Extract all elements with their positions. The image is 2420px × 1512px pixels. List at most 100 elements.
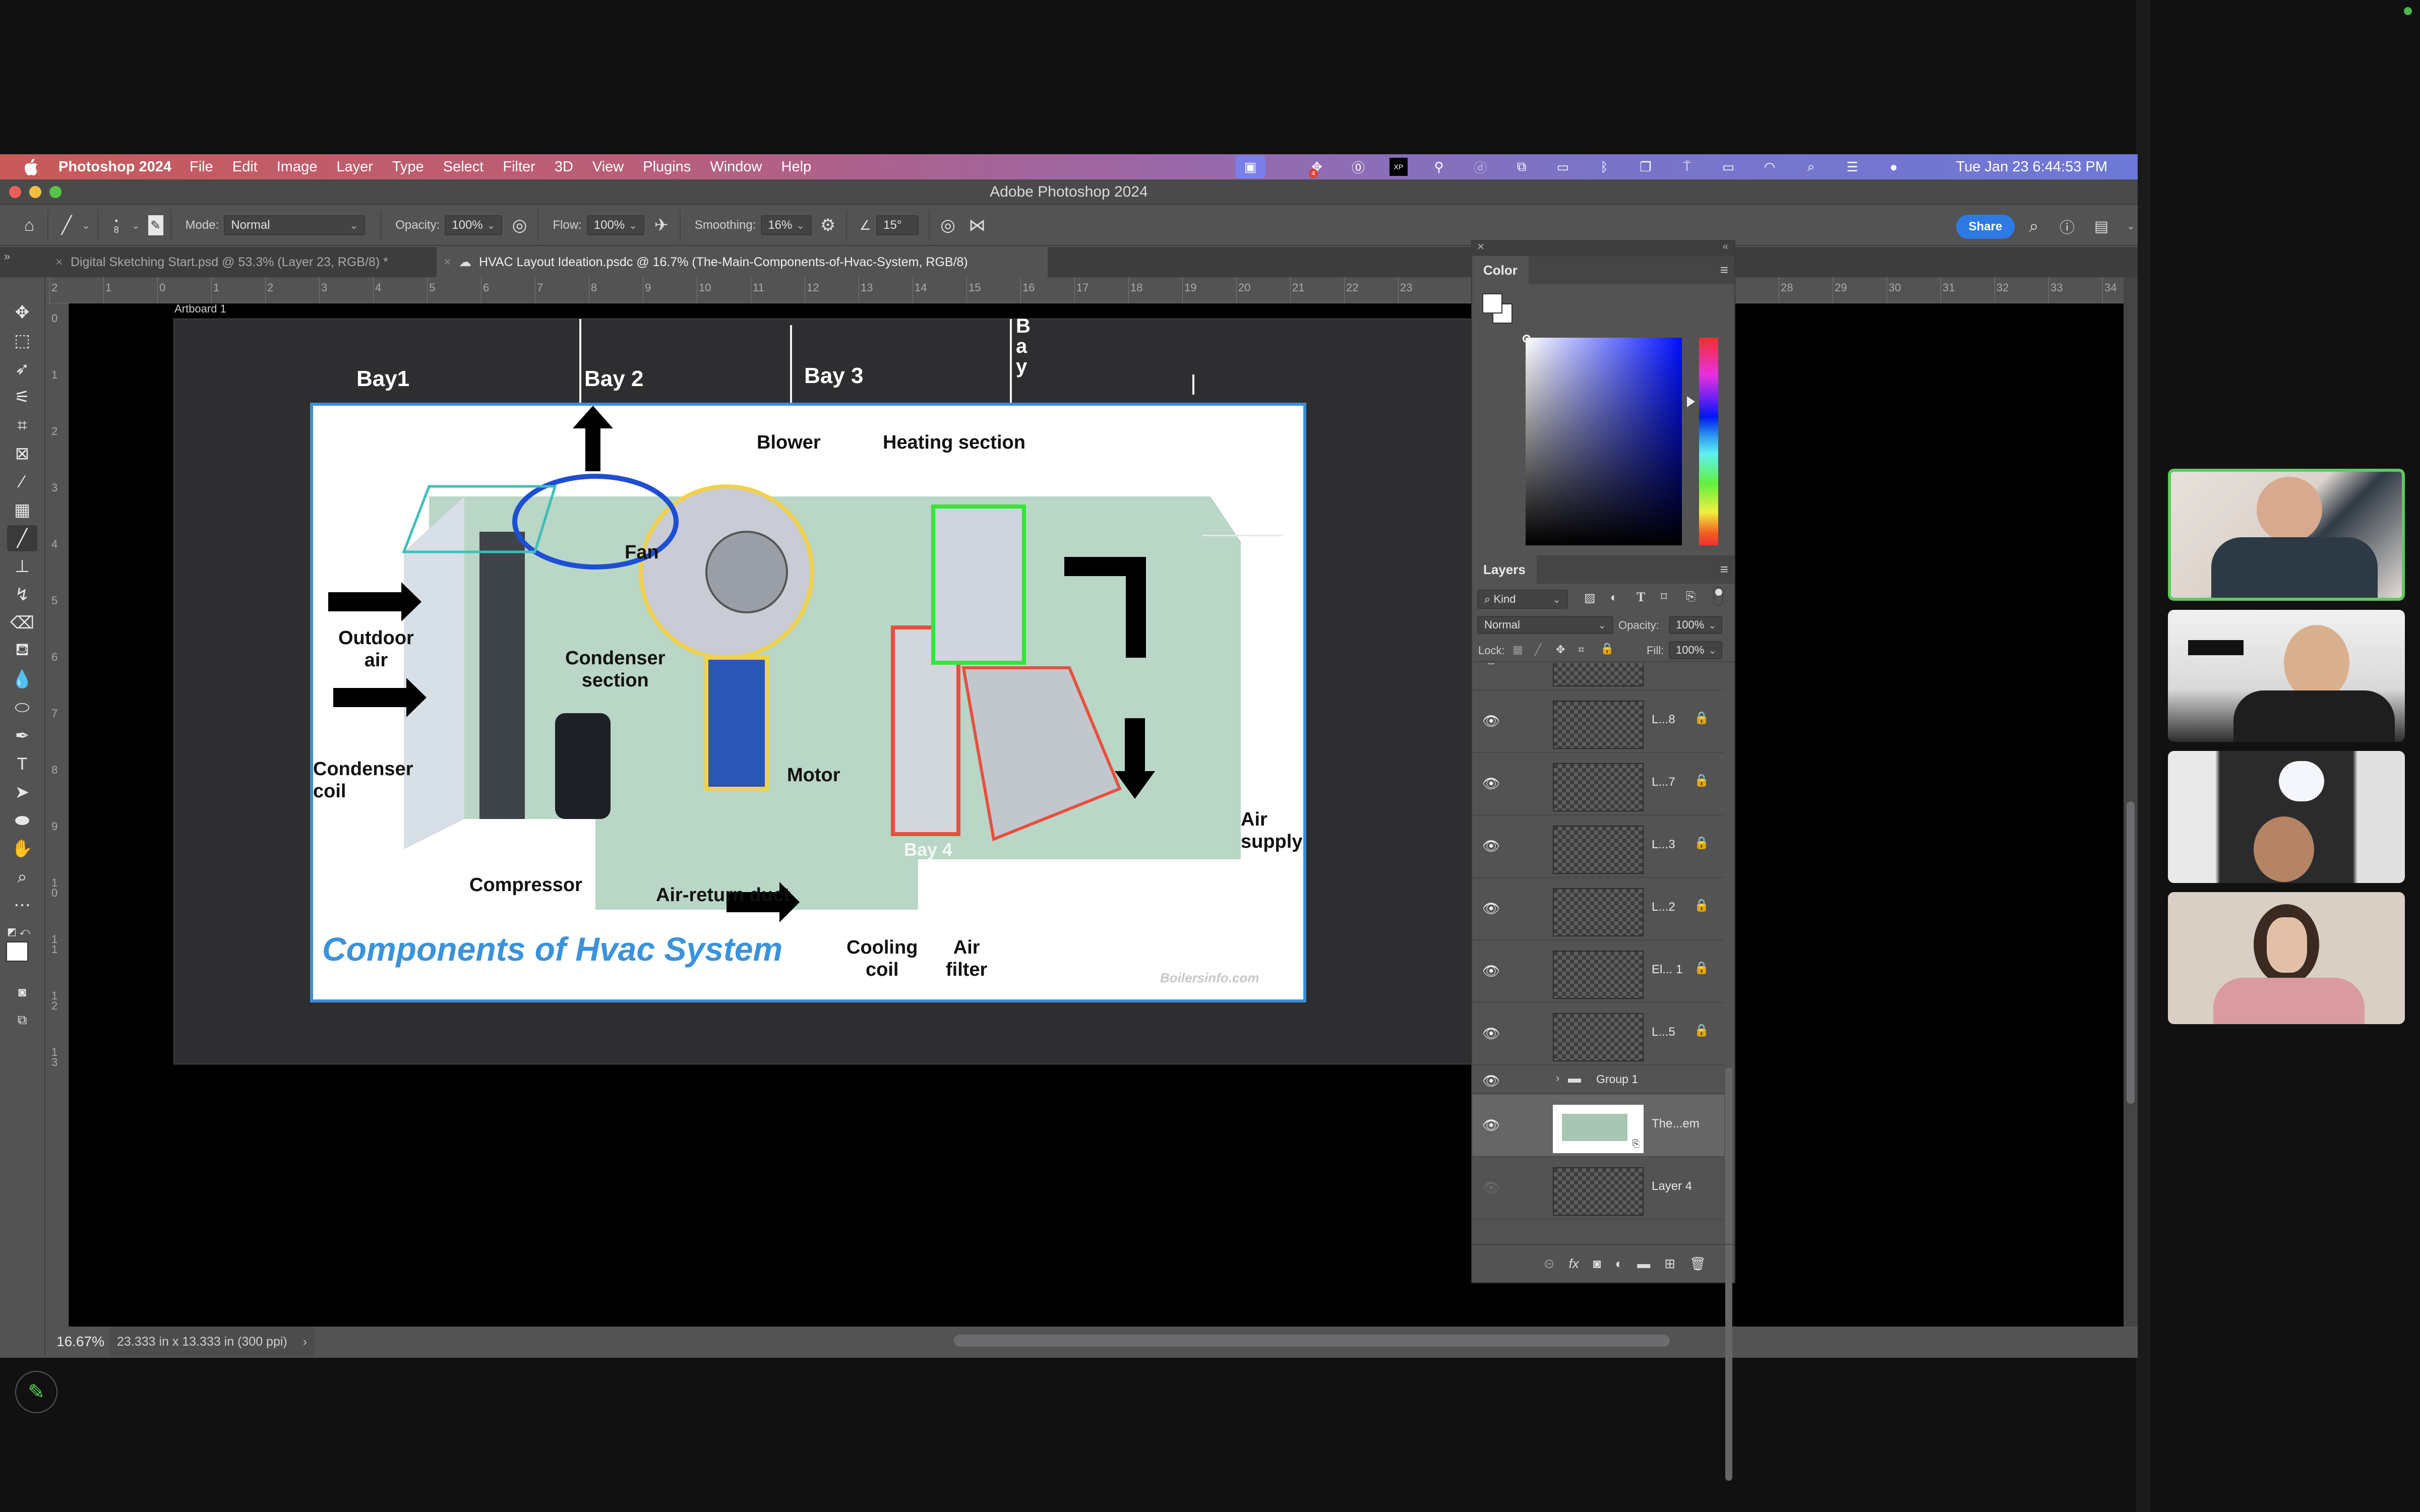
frame-tool-icon[interactable]: ⊠	[7, 440, 37, 467]
type-tool-icon[interactable]: T	[7, 751, 37, 777]
paint-bucket-tool-icon[interactable]: ⛾	[7, 638, 37, 664]
document-info[interactable]: 23.333 in x 13.333 in (300 ppi) ›	[110, 1327, 315, 1357]
menu-image[interactable]: Image	[277, 159, 318, 175]
vertical-ruler[interactable]: 0 1 2 3 4 5 6 7 8 9 10 11 12 13	[46, 303, 69, 1327]
menu-edit[interactable]: Edit	[232, 159, 258, 175]
default-colors-swap-icon[interactable]: ◩ ⤺	[7, 918, 37, 944]
filter-toggle[interactable]	[1713, 587, 1723, 606]
visibility-eye-icon[interactable]: 👁	[1482, 1117, 1500, 1133]
app-menu[interactable]: Photoshop 2024	[58, 159, 171, 175]
foreground-color-swatch[interactable]	[1482, 293, 1502, 313]
lasso-tool-icon[interactable]: ➶	[7, 356, 37, 382]
menu-3d[interactable]: 3D	[555, 159, 573, 175]
zoom-tool-icon[interactable]: ⌕	[7, 864, 37, 890]
pressure-size-icon[interactable]: ◎	[937, 213, 959, 238]
annotate-pen-button[interactable]: ✎	[15, 1371, 57, 1413]
brush-size-picker[interactable]: • 8	[105, 213, 128, 238]
color-panel-tab[interactable]: Color	[1472, 256, 1529, 284]
layer-opacity-input[interactable]: 100% ⌄	[1669, 616, 1722, 634]
chevron-down-icon[interactable]: ⌄	[629, 219, 637, 232]
bluetooth-icon[interactable]: ᛒ	[1594, 158, 1614, 176]
brush-settings-icon[interactable]: ✎	[148, 215, 163, 235]
hue-slider[interactable]	[1699, 338, 1718, 545]
more-tools-icon[interactable]: ⋯	[7, 892, 37, 918]
video-tile-participant-1[interactable]	[2168, 469, 2405, 601]
filter-type-layers-icon[interactable]: T	[1637, 590, 1645, 605]
zoom-level[interactable]: 16.67%	[56, 1334, 104, 1350]
panel-header-strip[interactable]: × «	[1472, 240, 1734, 256]
layer-row[interactable]: 👁 El... 1 🔒	[1472, 940, 1724, 1003]
marquee-tool-icon[interactable]: ⬚	[7, 328, 37, 354]
layer-row[interactable]: 👁 L...5 🔒	[1472, 1003, 1724, 1065]
layer-row[interactable]: 👁 Layer 4	[1472, 1157, 1724, 1220]
new-layer-icon[interactable]: ⊞	[1664, 1256, 1675, 1272]
zoom-divider[interactable]	[2136, 0, 2151, 1512]
close-tab-icon[interactable]: ×	[55, 247, 63, 277]
menu-type[interactable]: Type	[392, 159, 424, 175]
airpods-icon[interactable]: ⍑	[1677, 158, 1697, 176]
filter-shape-layers-icon[interactable]: ⌑	[1661, 590, 1667, 604]
add-mask-icon[interactable]: ◙	[1593, 1256, 1601, 1272]
blend-mode-select[interactable]: Normal ⌄	[1477, 616, 1613, 634]
panel-menu-icon[interactable]: ≡	[1720, 262, 1728, 278]
chevron-down-icon[interactable]: ⌄	[1708, 619, 1717, 632]
lock-transparent-pixels-icon[interactable]: ▦	[1512, 643, 1523, 656]
visibility-eye-icon[interactable]: 👁	[1482, 838, 1500, 854]
close-tab-icon[interactable]: ×	[444, 247, 451, 277]
mode-select[interactable]: Normal ⌄	[224, 215, 366, 235]
layer-row[interactable]: 👁 L...8 🔒	[1472, 690, 1724, 753]
quick-mask-icon[interactable]: ◙	[7, 979, 37, 1005]
filter-adjustment-layers-icon[interactable]: ◐	[1610, 591, 1618, 605]
layer-group-row[interactable]: 👁 › ▬ Group 1	[1472, 1065, 1724, 1094]
delete-layer-trash-icon[interactable]: 🗑	[1689, 1256, 1706, 1272]
brush-preset-icon[interactable]: ╱	[55, 213, 78, 238]
layers-list[interactable]: 👁 L...9 🔒 👁 L...8 🔒 👁 L...7 🔒 👁 L...3 🔒 …	[1472, 663, 1724, 1228]
dictation-icon[interactable]: ⓓ	[1470, 158, 1490, 176]
window-icon[interactable]: ❐	[1636, 158, 1656, 176]
ellipse-tool-icon[interactable]: ⬬	[7, 807, 37, 834]
lock-all-icon[interactable]: 🔒	[1600, 642, 1614, 655]
chevron-down-icon[interactable]: ⌄	[82, 219, 90, 232]
symmetry-butterfly-icon[interactable]: ⋈	[966, 213, 988, 238]
brush-tool-icon[interactable]: ╱	[7, 525, 37, 551]
visibility-eye-icon[interactable]: 👁	[1482, 1025, 1500, 1041]
xp-pen-icon[interactable]: XP	[1389, 158, 1408, 176]
layer-row[interactable]: 👁 L...9 🔒	[1472, 663, 1724, 690]
display-mirror-icon[interactable]: ⧉	[1511, 158, 1532, 176]
screen-mode-icon[interactable]: ⧉	[7, 1007, 37, 1033]
link-layers-icon[interactable]: ⊝	[1544, 1256, 1555, 1272]
artboard[interactable]: Bay1 Bay 2 Bay 3 Bay Blower Heating sect…	[173, 316, 1474, 1064]
share-button[interactable]: Share	[1956, 215, 2015, 239]
screen-share-icon[interactable]: ▣	[1235, 155, 1265, 178]
chevron-down-icon[interactable]: ⌄	[487, 219, 496, 232]
apple-menu-icon[interactable]	[22, 158, 40, 176]
brush-angle-input[interactable]: 15°	[876, 215, 919, 235]
crop-tool-icon[interactable]: ⌗	[7, 412, 37, 438]
healing-brush-tool-icon[interactable]: ▦	[7, 497, 37, 523]
tab-hvac-layout[interactable]: × ☁ HVAC Layout Ideation.psdc @ 16.7% (T…	[437, 247, 1048, 277]
chevron-down-icon[interactable]: ⌄	[2127, 220, 2135, 232]
smoothing-input[interactable]: 16% ⌄	[761, 215, 812, 235]
opacity-input[interactable]: 100% ⌄	[445, 215, 503, 235]
lock-image-pixels-icon[interactable]: ╱	[1535, 643, 1541, 656]
close-panel-icon[interactable]: ×	[1477, 240, 1484, 254]
menu-window[interactable]: Window	[710, 159, 762, 175]
home-icon[interactable]: ⌂	[18, 213, 40, 238]
visibility-eye-icon[interactable]: 👁	[1482, 713, 1500, 729]
visibility-eye-icon[interactable]: 👁	[1482, 963, 1500, 979]
video-tile-participant-4[interactable]	[2168, 892, 2405, 1024]
menu-layer[interactable]: Layer	[336, 159, 373, 175]
siri-icon[interactable]: ●	[1884, 158, 1904, 176]
video-tile-participant-2[interactable]	[2168, 610, 2405, 742]
chevron-down-icon[interactable]: ⌄	[1708, 644, 1717, 657]
fill-input[interactable]: 100% ⌄	[1669, 641, 1722, 659]
airbrush-icon[interactable]: ✈	[650, 213, 673, 238]
search-icon[interactable]: ⌕	[2023, 214, 2045, 239]
foreground-color-swatch[interactable]	[6, 941, 28, 962]
clone-stamp-tool-icon[interactable]: ⊥	[7, 553, 37, 580]
flow-input[interactable]: 100% ⌄	[586, 215, 644, 235]
vertical-scrollbar-thumb[interactable]	[2127, 801, 2135, 1104]
layers-panel-tab[interactable]: Layers	[1472, 555, 1537, 584]
blur-tool-icon[interactable]: 💧	[7, 666, 37, 692]
chevron-down-icon[interactable]: ⌄	[132, 219, 140, 232]
